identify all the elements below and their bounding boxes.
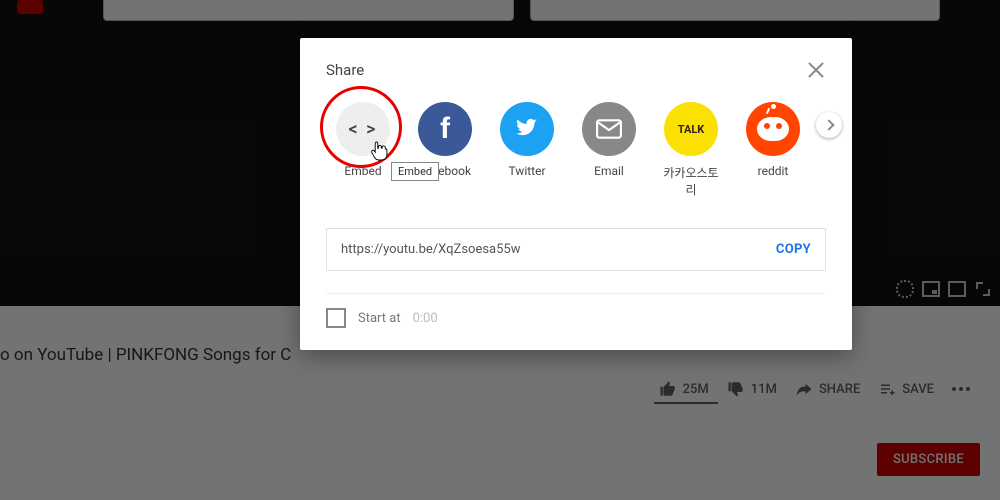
copy-button[interactable]: COPY <box>776 242 811 257</box>
share-target-kakao[interactable]: TALK 카카오스토리 <box>660 102 722 198</box>
email-label: Email <box>594 164 624 178</box>
start-at-row: Start at 0:00 <box>326 308 826 328</box>
reddit-label: reddit <box>758 164 789 178</box>
dialog-title: Share <box>326 61 364 79</box>
twitter-icon <box>500 102 554 156</box>
share-target-twitter[interactable]: Twitter <box>496 102 558 198</box>
share-dialog: Share < > Embed f Facebook Twitter <box>300 38 852 350</box>
embed-icon: < > <box>336 102 390 156</box>
share-target-facebook[interactable]: f Facebook <box>414 102 476 198</box>
more-targets-arrow[interactable] <box>816 112 842 138</box>
facebook-label: Facebook <box>419 164 471 178</box>
share-target-embed[interactable]: < > Embed <box>332 102 394 198</box>
share-url[interactable]: https://youtu.be/XqZsoesa55w <box>341 242 776 257</box>
share-target-reddit[interactable]: reddit <box>742 102 804 198</box>
reddit-icon <box>746 102 800 156</box>
kakao-icon: TALK <box>664 102 718 156</box>
share-url-box: https://youtu.be/XqZsoesa55w COPY <box>326 228 826 271</box>
start-at-time[interactable]: 0:00 <box>413 311 438 326</box>
start-at-label: Start at <box>358 311 401 326</box>
facebook-icon: f <box>418 102 472 156</box>
twitter-label: Twitter <box>508 164 545 178</box>
divider <box>326 293 826 294</box>
email-icon <box>582 102 636 156</box>
close-button[interactable] <box>806 60 826 80</box>
embed-label: Embed <box>344 164 381 178</box>
kakao-label: 카카오스토리 <box>660 164 722 198</box>
share-target-email[interactable]: Email <box>578 102 640 198</box>
share-targets-row: < > Embed f Facebook Twitter Email TAL <box>326 96 826 198</box>
start-at-checkbox[interactable] <box>326 308 346 328</box>
